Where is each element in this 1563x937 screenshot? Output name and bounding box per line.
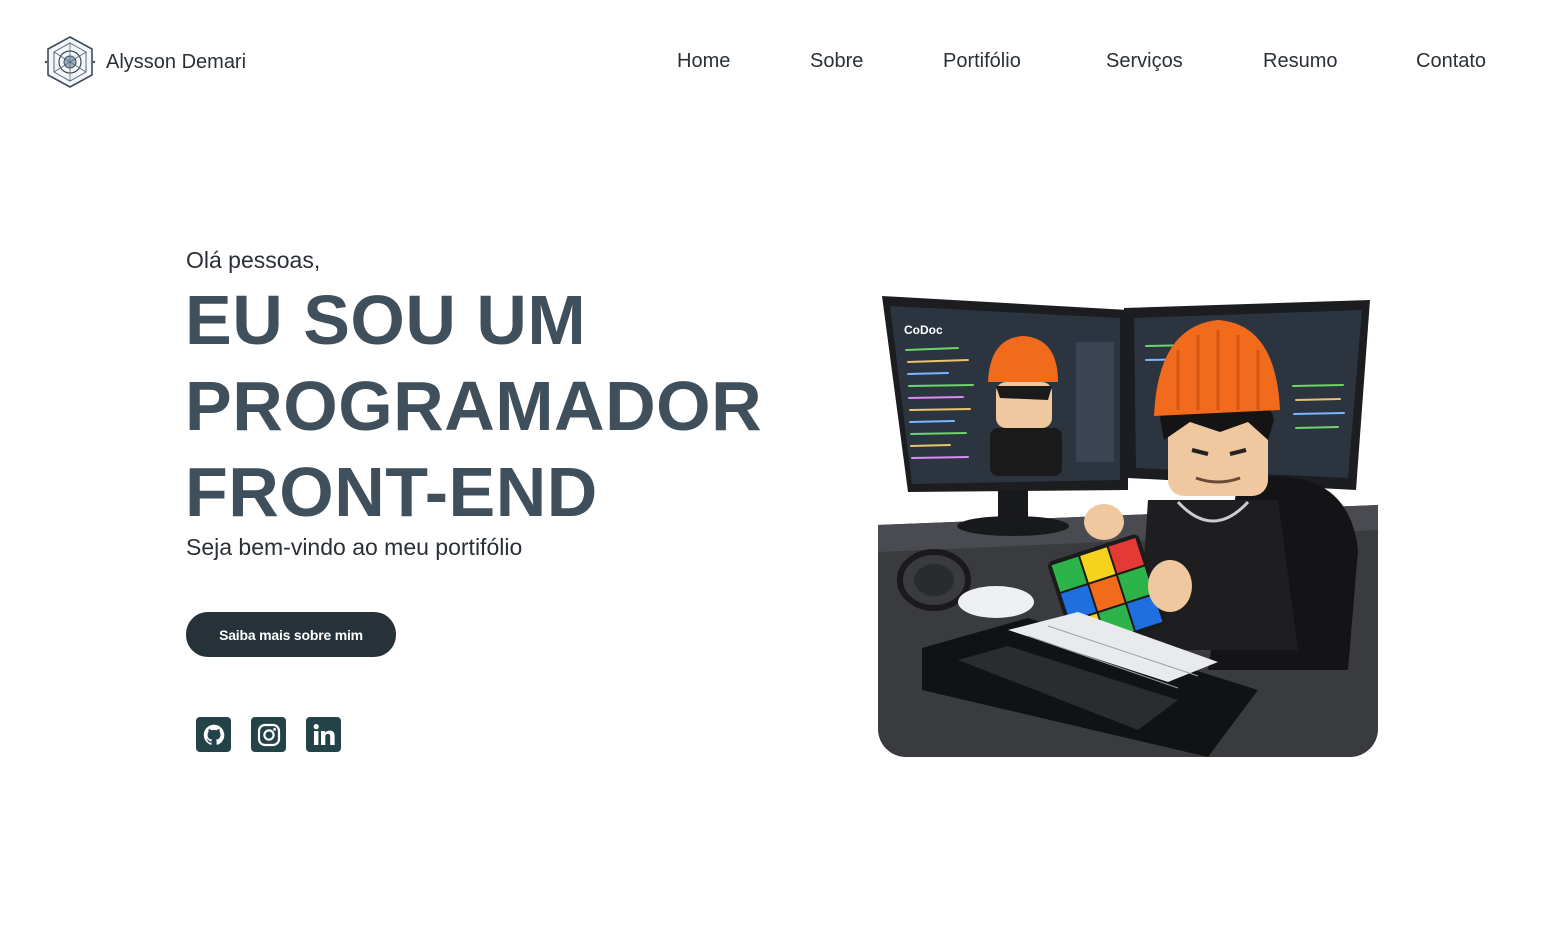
github-link[interactable]: [196, 717, 231, 752]
headline-line-3: FRONT-END: [185, 453, 598, 531]
instagram-link[interactable]: [251, 717, 286, 752]
nav-portifolio[interactable]: Portifólio: [943, 50, 1021, 73]
hero-illustration: CoDoc: [878, 290, 1378, 757]
linkedin-link[interactable]: [306, 717, 341, 752]
linkedin-icon: [313, 723, 335, 745]
hero-greeting: Olá pessoas,: [186, 247, 321, 273]
headline-line-1: EU SOU UM: [185, 281, 587, 359]
social-links: [196, 717, 341, 752]
main-nav: Home Sobre Portifólio Serviços Resumo Co…: [0, 50, 1563, 76]
instagram-icon: [257, 723, 280, 746]
headline-line-2: PROGRAMADOR: [185, 367, 763, 445]
nav-resumo[interactable]: Resumo: [1263, 50, 1337, 73]
lego-programmer-illustration: CoDoc: [878, 290, 1378, 757]
nav-contato[interactable]: Contato: [1416, 50, 1486, 73]
screen-label: CoDoc: [904, 323, 943, 337]
nav-sobre[interactable]: Sobre: [810, 50, 863, 73]
hero-subtitle: Seja bem-vindo ao meu portifólio: [186, 534, 523, 560]
nav-servicos[interactable]: Serviços: [1106, 50, 1183, 73]
hero-headline: EU SOU UM PROGRAMADOR FRONT-END: [185, 277, 762, 535]
site-header: Alysson Demari Home Sobre Portifólio Ser…: [0, 0, 1563, 124]
github-icon: [203, 724, 224, 745]
nav-home[interactable]: Home: [677, 50, 730, 73]
about-me-button[interactable]: Saiba mais sobre mim: [186, 612, 396, 657]
